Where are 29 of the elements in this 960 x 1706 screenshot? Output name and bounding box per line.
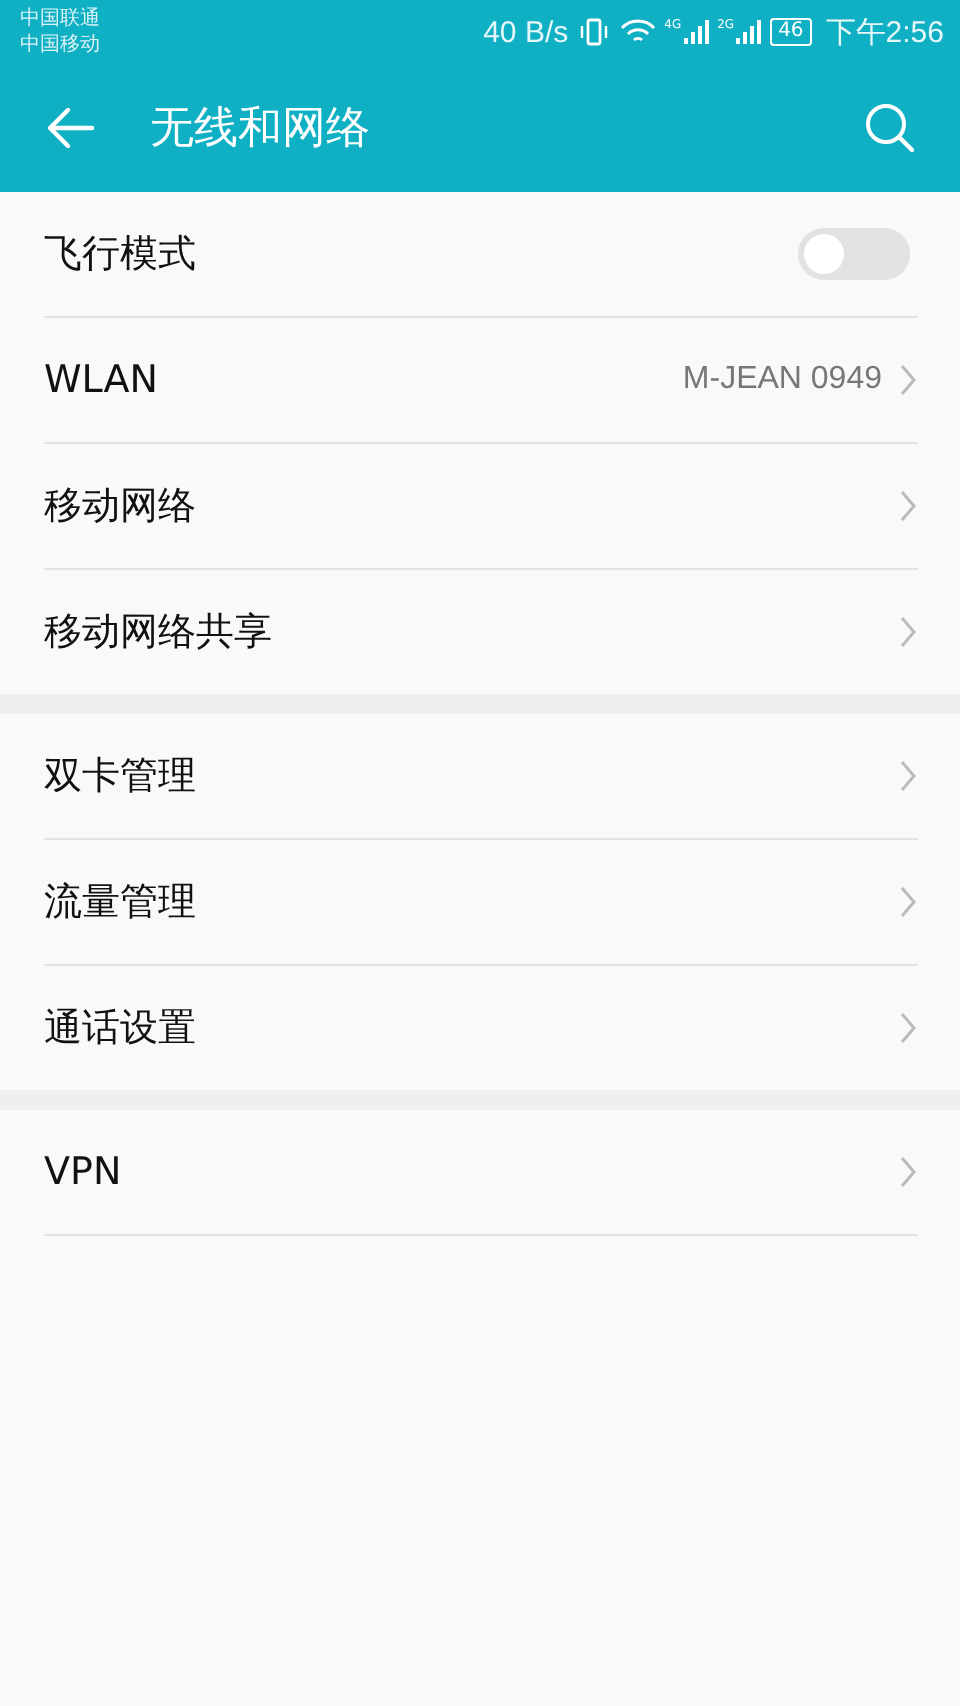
back-arrow-icon[interactable] xyxy=(44,104,96,152)
chevron-right-icon xyxy=(898,488,918,524)
signal-icon xyxy=(734,18,763,46)
vibrate-icon xyxy=(576,18,613,46)
chevron-right-icon xyxy=(898,362,918,398)
wifi-icon xyxy=(620,18,657,46)
settings-row[interactable]: 流量管理 xyxy=(44,840,918,966)
settings-row[interactable]: 通话设置 xyxy=(44,966,918,1090)
chevron-right-icon xyxy=(898,1010,918,1046)
settings-row[interactable]: 双卡管理 xyxy=(44,714,918,840)
search-icon[interactable] xyxy=(864,102,916,154)
clock: 下午2:56 xyxy=(825,13,944,51)
battery-level: 46 xyxy=(770,18,812,46)
chevron-right-icon xyxy=(898,614,918,650)
page-title: 无线和网络 xyxy=(150,102,372,158)
settings-row[interactable]: VPN xyxy=(44,1110,918,1236)
network-speed: 40 B/s xyxy=(483,15,569,49)
chevron-right-icon xyxy=(898,758,918,794)
settings-row[interactable]: 飞行模式 xyxy=(44,192,918,318)
signal-icon xyxy=(681,18,710,46)
chevron-right-icon xyxy=(898,884,918,920)
carrier-name: 中国联通 xyxy=(20,6,100,32)
toggle-switch[interactable] xyxy=(798,228,910,280)
settings-row[interactable]: 移动网络 xyxy=(44,444,918,570)
row-value: M-JEAN 0949 xyxy=(682,362,882,398)
carrier-name: 中国移动 xyxy=(20,32,100,58)
chevron-right-icon xyxy=(898,1154,918,1190)
settings-row[interactable]: WLAN M-JEAN 0949 xyxy=(44,318,918,444)
settings-row[interactable]: 移动网络共享 xyxy=(44,570,918,694)
